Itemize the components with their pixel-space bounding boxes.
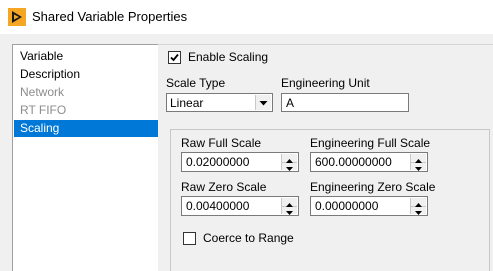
- scale-type-label: Scale Type: [166, 76, 226, 90]
- labview-app-icon: [8, 8, 26, 26]
- chevron-down-icon: [286, 167, 293, 171]
- raw-full-scale-label: Raw Full Scale: [181, 136, 262, 150]
- engineering-zero-scale-spinner[interactable]: [410, 198, 426, 215]
- raw-zero-scale-spinner[interactable]: [281, 198, 297, 215]
- engineering-zero-scale-input[interactable]: 0.00000000: [310, 196, 428, 216]
- category-item-scaling[interactable]: Scaling: [14, 120, 158, 137]
- enable-scaling-label: Enable Scaling: [188, 50, 269, 64]
- dialog-body: Variable Description Network RT FIFO Sca…: [0, 34, 493, 271]
- engineering-zero-scale-value: 0.00000000: [315, 199, 379, 213]
- coerce-to-range-label: Coerce to Range: [203, 231, 294, 245]
- raw-zero-scale-value: 0.00400000: [186, 199, 250, 213]
- category-item-rt-fifo: RT FIFO: [20, 103, 67, 117]
- raw-zero-scale-label: Raw Zero Scale: [181, 180, 267, 194]
- engineering-unit-value: A: [286, 96, 295, 110]
- decrement-button[interactable]: [411, 206, 426, 215]
- chevron-down-icon: [415, 167, 422, 171]
- raw-zero-scale-input[interactable]: 0.00400000: [181, 196, 299, 216]
- category-list[interactable]: Variable Description Network RT FIFO Sca…: [12, 44, 160, 271]
- raw-full-scale-spinner[interactable]: [281, 154, 297, 171]
- engineering-full-scale-input[interactable]: 600.00000000: [310, 152, 428, 172]
- window-title: Shared Variable Properties: [32, 9, 188, 24]
- decrement-button[interactable]: [411, 162, 426, 171]
- title-bar: Shared Variable Properties: [0, 0, 493, 34]
- checkmark-icon: [170, 53, 179, 62]
- chevron-down-icon: [286, 211, 293, 215]
- engineering-full-scale-spinner[interactable]: [410, 154, 426, 171]
- raw-full-scale-input[interactable]: 0.02000000: [181, 152, 299, 172]
- shared-variable-properties-window: Shared Variable Properties Variable Desc…: [0, 0, 493, 271]
- scaling-panel: Enable Scaling Scale Type Linear Enginee…: [158, 44, 493, 271]
- decrement-button[interactable]: [282, 162, 297, 171]
- scale-type-dropdown[interactable]: Linear: [166, 93, 273, 112]
- chevron-down-icon: [415, 211, 422, 215]
- engineering-unit-input[interactable]: A: [281, 93, 409, 112]
- category-item-variable[interactable]: Variable: [14, 48, 158, 65]
- dropdown-arrow-button[interactable]: [255, 95, 271, 110]
- category-item-network: Network: [20, 85, 65, 99]
- chevron-down-icon: [259, 101, 268, 106]
- raw-full-scale-value: 0.02000000: [186, 155, 250, 169]
- engineering-full-scale-value: 600.00000000: [315, 155, 392, 169]
- decrement-button[interactable]: [282, 206, 297, 215]
- coerce-to-range-checkbox[interactable]: [183, 232, 196, 245]
- engineering-full-scale-label: Engineering Full Scale: [310, 136, 431, 150]
- enable-scaling-checkbox[interactable]: [168, 51, 181, 64]
- scale-type-value: Linear: [170, 96, 204, 110]
- engineering-zero-scale-label: Engineering Zero Scale: [310, 180, 436, 194]
- engineering-unit-label: Engineering Unit: [281, 76, 370, 90]
- scaling-values-group: Raw Full Scale 0.02000000 Engineering Fu…: [170, 129, 490, 271]
- category-item-description[interactable]: Description: [14, 66, 158, 83]
